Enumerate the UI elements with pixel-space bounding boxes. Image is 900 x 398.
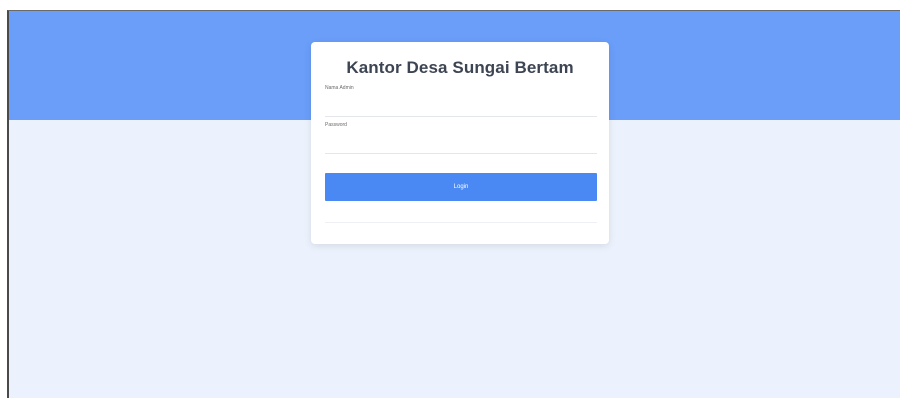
page-frame: Kantor Desa Sungai Bertam Nama Admin Pas… (7, 10, 900, 398)
username-input[interactable] (325, 89, 597, 117)
browser-viewport: Kantor Desa Sungai Bertam Nama Admin Pas… (0, 0, 900, 398)
page-title: Kantor Desa Sungai Bertam (346, 58, 574, 77)
password-input[interactable] (325, 126, 597, 154)
login-button[interactable]: Login (325, 173, 597, 201)
login-card: Kantor Desa Sungai Bertam Nama Admin Pas… (311, 42, 609, 244)
card-footer-divider (325, 222, 597, 223)
